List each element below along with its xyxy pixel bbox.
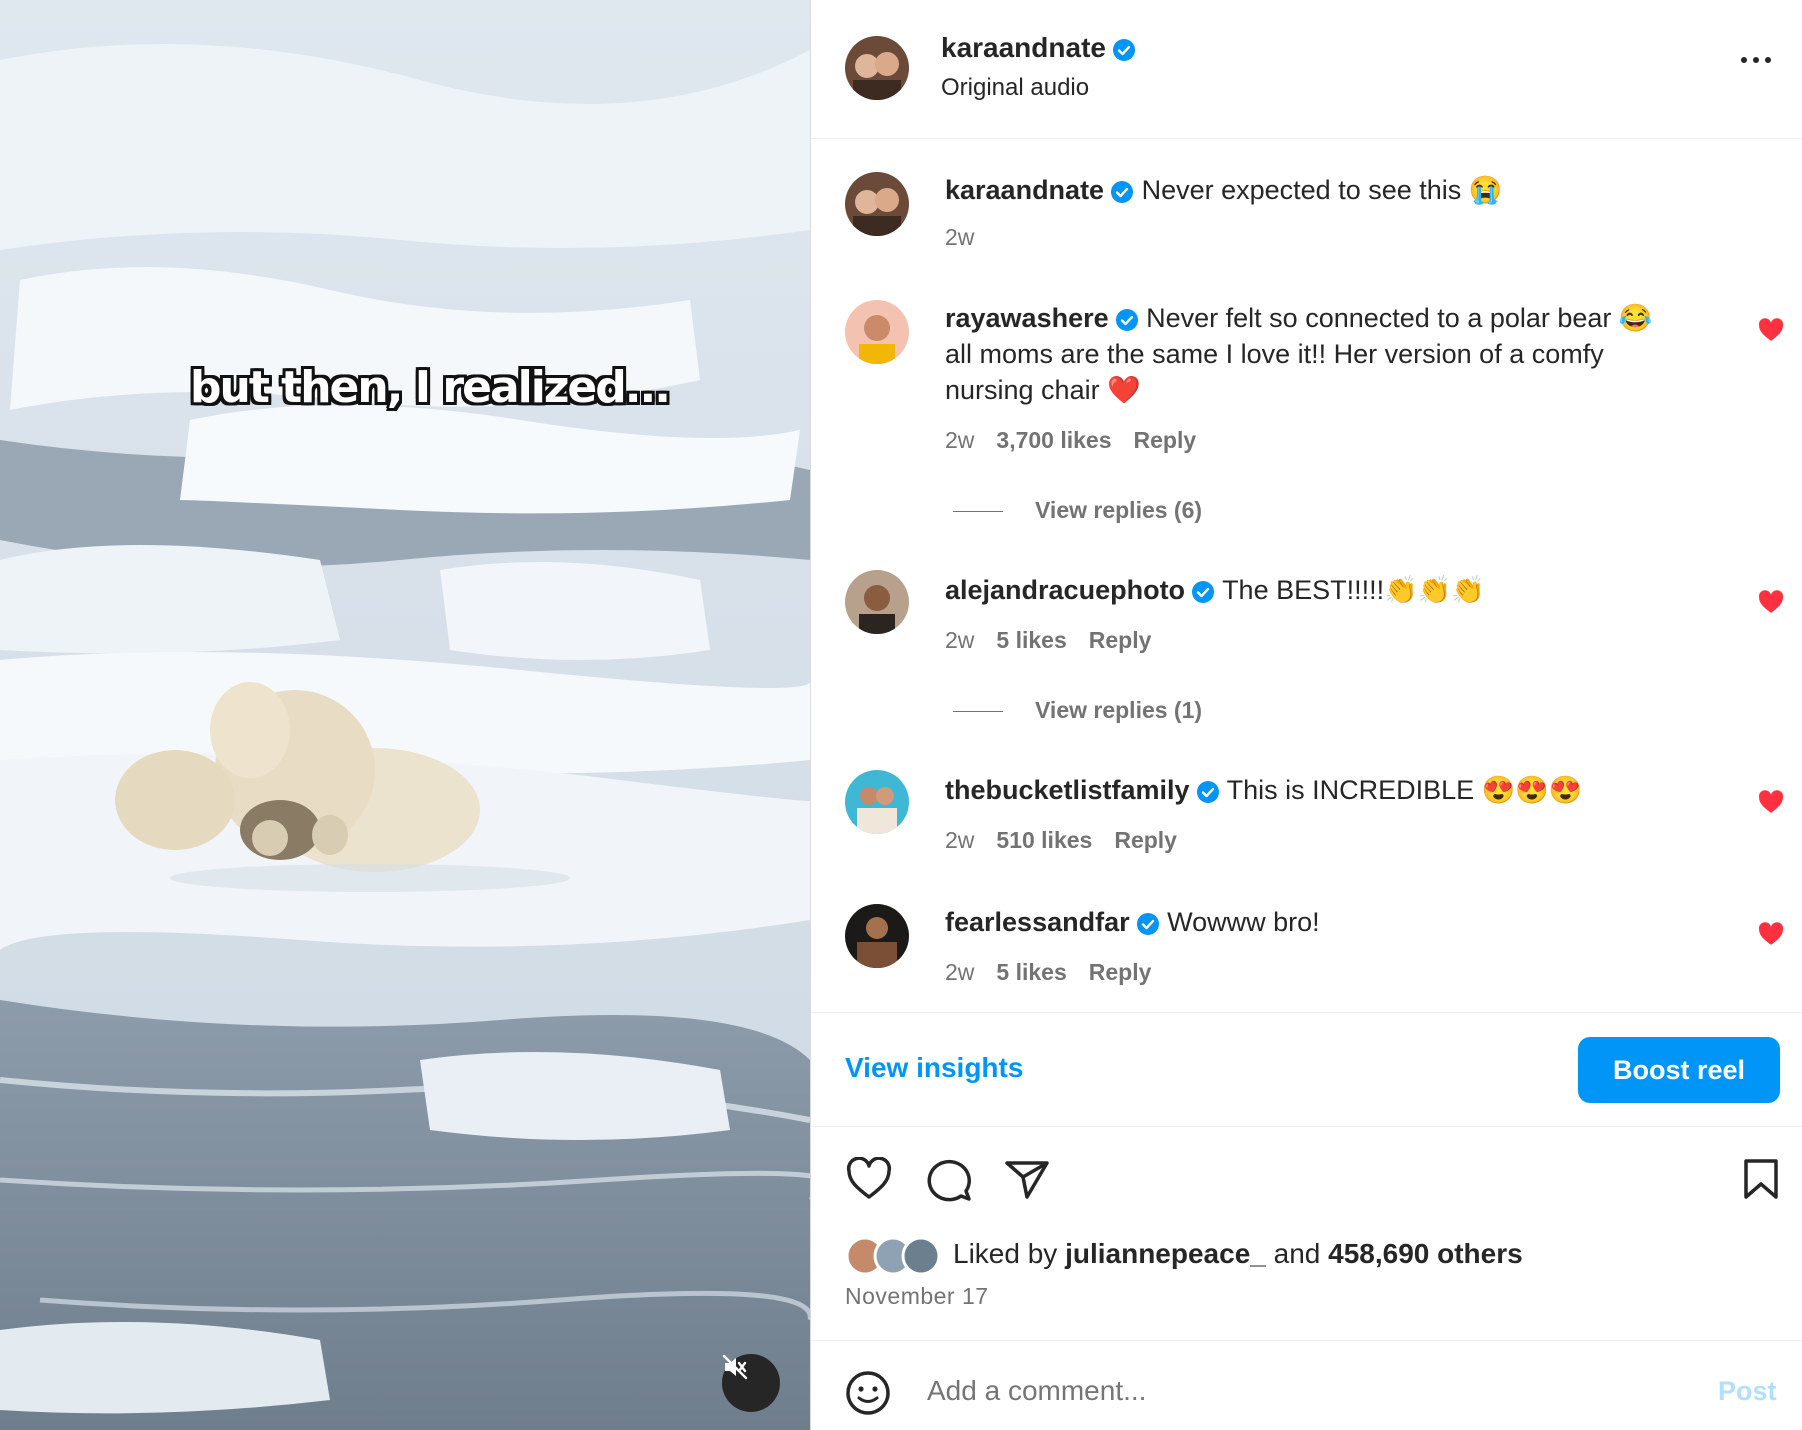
liked-by-and: and xyxy=(1273,1238,1321,1269)
comment-meta: 2w 510 likes Reply xyxy=(945,827,1199,854)
comment-time[interactable]: 2w xyxy=(945,959,974,985)
polar-bear-video-frame xyxy=(0,0,810,1430)
comment-time[interactable]: 2w xyxy=(945,427,974,453)
verified-badge-icon xyxy=(1112,38,1135,61)
comment-text-block: fearlessandfar Wowww bro! xyxy=(945,904,1705,940)
comment-meta: 2w 5 likes Reply xyxy=(945,627,1173,654)
liked-by-prefix: Liked by xyxy=(953,1238,1058,1269)
like-heart-icon[interactable] xyxy=(845,1157,893,1201)
comment-likes[interactable]: 5 likes xyxy=(996,959,1066,985)
avatar[interactable] xyxy=(845,770,909,834)
replies-line xyxy=(953,511,1003,513)
post-date[interactable]: November 17 xyxy=(845,1283,989,1310)
speaker-muted-icon xyxy=(722,1354,748,1380)
video-caption: but then, I realized... xyxy=(190,362,671,413)
verified-badge-icon xyxy=(1196,780,1219,803)
liked-heart-icon[interactable] xyxy=(1758,922,1784,946)
avatar[interactable] xyxy=(845,36,909,100)
reply-button[interactable]: Reply xyxy=(1089,959,1152,985)
view-replies-button[interactable]: View replies (6) xyxy=(953,497,1202,524)
comment-text: The BEST!!!!!👏👏👏 xyxy=(1222,575,1485,605)
comment-text-line: Never felt so connected to a polar bear … xyxy=(1146,303,1653,333)
add-comment-input[interactable] xyxy=(925,1374,1629,1408)
liker-username[interactable]: juliannepeace_ xyxy=(1065,1238,1266,1269)
view-replies-label[interactable]: View replies (1) xyxy=(1035,697,1202,723)
mute-toggle-button[interactable] xyxy=(722,1354,780,1412)
reply-button[interactable]: Reply xyxy=(1089,627,1152,653)
comment-likes[interactable]: 5 likes xyxy=(996,627,1066,653)
caption-text: karaandnate Never expected to see this 😭 xyxy=(945,172,1705,208)
save-bookmark-icon[interactable] xyxy=(1741,1157,1781,1201)
author-username[interactable]: karaandnate xyxy=(941,32,1136,64)
avatar[interactable] xyxy=(845,300,909,364)
verified-badge-icon xyxy=(1136,912,1159,935)
view-insights-link[interactable]: View insights xyxy=(845,1052,1023,1084)
verified-badge-icon xyxy=(1111,180,1134,203)
comment-time[interactable]: 2w xyxy=(945,224,974,250)
liked-heart-icon[interactable] xyxy=(1758,590,1784,614)
comment-text: This is INCREDIBLE 😍😍😍 xyxy=(1226,775,1583,805)
comment-username[interactable]: thebucketlistfamily xyxy=(945,775,1190,805)
header-divider xyxy=(811,138,1802,139)
comment-likes[interactable]: 510 likes xyxy=(996,827,1092,853)
verified-badge-icon xyxy=(1192,580,1215,603)
avatar[interactable] xyxy=(845,904,909,968)
share-send-icon[interactable] xyxy=(1003,1157,1051,1201)
comment-text-block: alejandracuephoto The BEST!!!!!👏👏👏 xyxy=(945,572,1705,608)
avatar[interactable] xyxy=(845,570,909,634)
user-avatar-icon xyxy=(845,770,909,834)
comments-divider xyxy=(811,1012,1802,1013)
reel-viewer: but then, I realized... karaandnate Orig… xyxy=(0,0,1802,1430)
comment-bubble-icon[interactable] xyxy=(925,1157,973,1203)
likers-avatars[interactable] xyxy=(845,1236,949,1276)
comment-username[interactable]: fearlessandfar xyxy=(945,907,1130,937)
details-panel: karaandnate Original audio karaandnate N… xyxy=(811,0,1802,1430)
comment-username[interactable]: karaandnate xyxy=(945,175,1104,205)
comment-meta: 2w 3,700 likes Reply xyxy=(945,427,1218,454)
boost-reel-button[interactable]: Boost reel xyxy=(1578,1037,1780,1103)
insights-divider xyxy=(811,1126,1802,1127)
view-replies-label[interactable]: View replies (6) xyxy=(1035,497,1202,523)
emoji-picker-icon[interactable] xyxy=(845,1370,891,1416)
couple-avatar-icon xyxy=(845,172,909,236)
reply-button[interactable]: Reply xyxy=(1134,427,1197,453)
comment-likes[interactable]: 3,700 likes xyxy=(996,427,1111,453)
post-comment-button[interactable]: Post xyxy=(1718,1376,1777,1407)
liked-heart-icon[interactable] xyxy=(1758,318,1784,342)
couple-avatar-icon xyxy=(845,36,909,100)
user-avatar-icon xyxy=(845,300,909,364)
reel-video[interactable]: but then, I realized... xyxy=(0,0,810,1430)
verified-badge-icon xyxy=(1115,308,1138,331)
comment-text: Never expected to see this 😭 xyxy=(1141,175,1503,205)
reply-button[interactable]: Reply xyxy=(1114,827,1177,853)
comment-time[interactable]: 2w xyxy=(945,827,974,853)
comment-username[interactable]: rayawashere xyxy=(945,303,1109,333)
replies-line xyxy=(953,711,1003,713)
author-username-text[interactable]: karaandnate xyxy=(941,32,1106,63)
comment-text-block: thebucketlistfamily This is INCREDIBLE 😍… xyxy=(945,772,1705,808)
caption-meta: 2w xyxy=(945,224,996,251)
likers-avatar-stack-icon xyxy=(845,1236,941,1276)
comment-text-block: rayawashere Never felt so connected to a… xyxy=(945,300,1705,408)
user-avatar-icon xyxy=(845,904,909,968)
comment-text-line: all moms are the same I love it!! Her ve… xyxy=(945,339,1604,369)
view-replies-button[interactable]: View replies (1) xyxy=(953,697,1202,724)
liked-by-text: Liked by juliannepeace_ and 458,690 othe… xyxy=(953,1238,1523,1270)
likes-count[interactable]: 458,690 others xyxy=(1328,1238,1523,1269)
comment-meta: 2w 5 likes Reply xyxy=(945,959,1173,986)
audio-label[interactable]: Original audio xyxy=(941,74,1089,102)
comment-time[interactable]: 2w xyxy=(945,627,974,653)
more-options-icon[interactable] xyxy=(1736,50,1776,70)
liked-heart-icon[interactable] xyxy=(1758,790,1784,814)
composer-divider xyxy=(811,1340,1802,1341)
user-avatar-icon xyxy=(845,570,909,634)
comment-text-line: nursing chair ❤️ xyxy=(945,375,1141,405)
avatar[interactable] xyxy=(845,172,909,236)
comment-text: Wowww bro! xyxy=(1167,907,1320,937)
comment-username[interactable]: alejandracuephoto xyxy=(945,575,1185,605)
